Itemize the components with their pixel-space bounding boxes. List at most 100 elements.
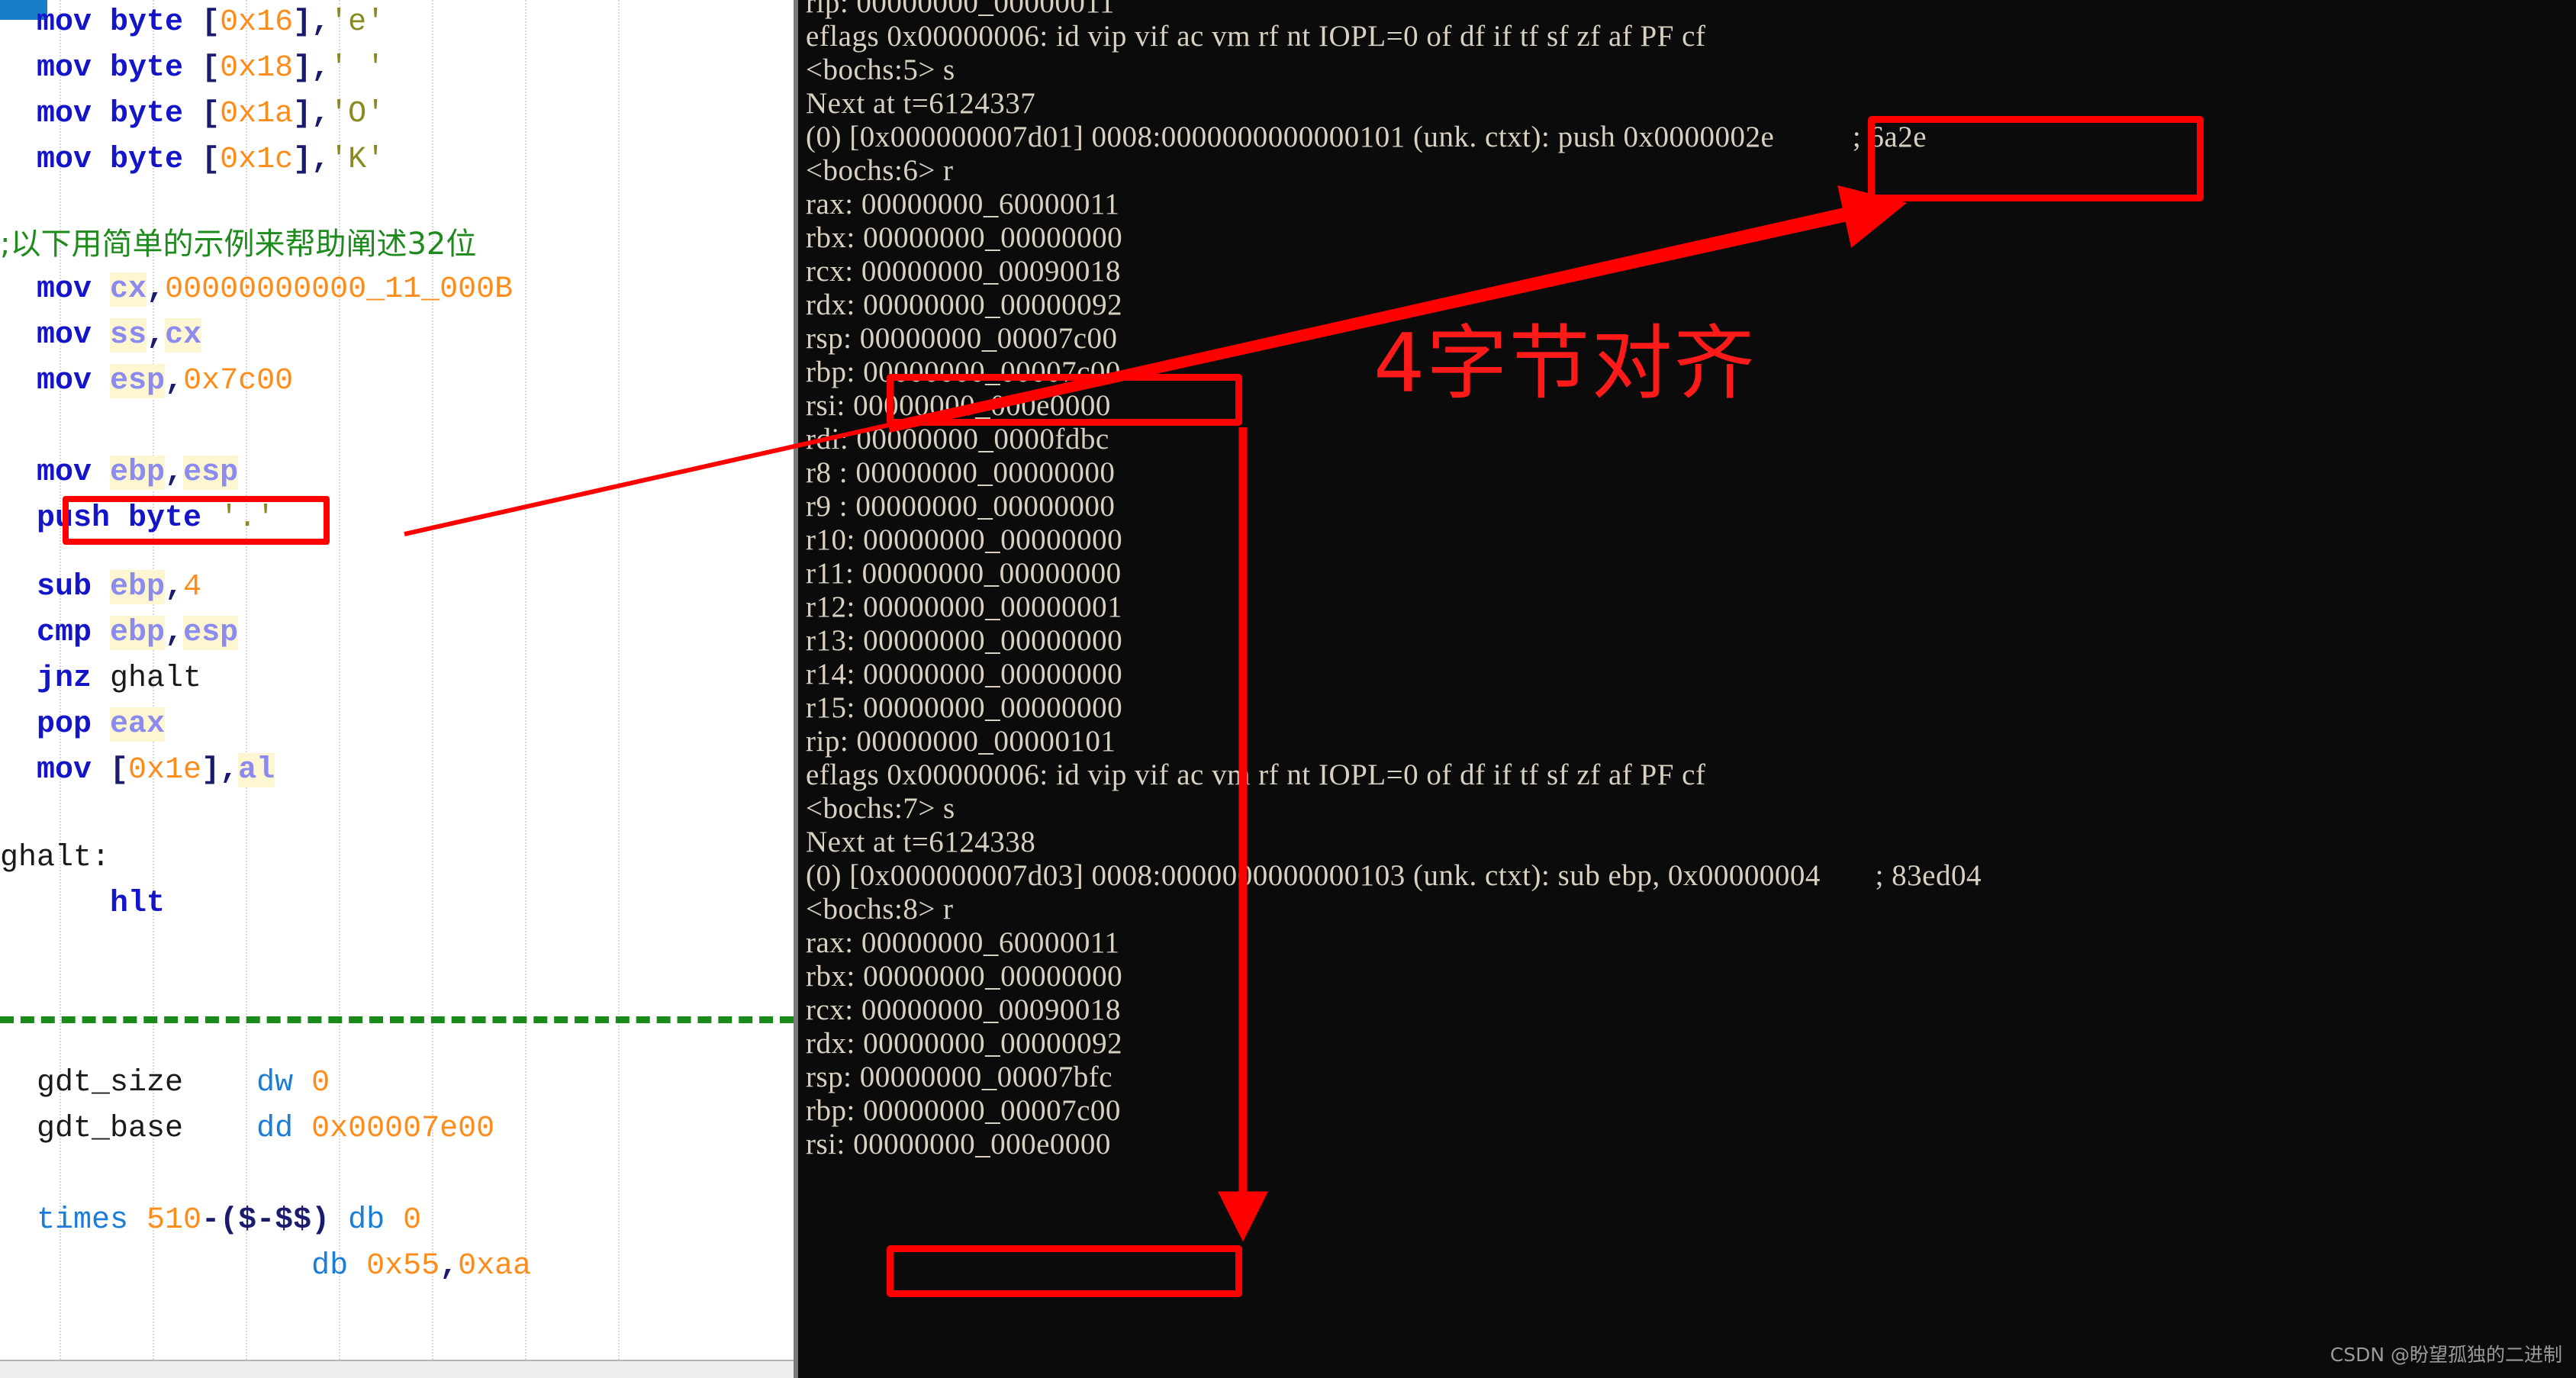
- terminal-line: <bochs:8> r: [806, 893, 954, 926]
- code-token: 'O': [330, 97, 385, 131]
- terminal-line: rbx: 00000000_00000000: [806, 960, 1123, 993]
- code-token: db: [330, 1203, 404, 1238]
- code-token: ebp: [110, 570, 166, 604]
- code-token: ]: [293, 5, 312, 40]
- code-token: 0x7c00: [183, 364, 294, 398]
- code-token: ,: [220, 753, 239, 787]
- code-token: ,: [311, 5, 330, 40]
- code-line[interactable]: mov [0x1e],al: [0, 748, 275, 794]
- terminal-line: r15: 00000000_00000000: [806, 691, 1123, 724]
- bochs-debugger-terminal[interactable]: rip: 00000000_00000011 eflags 0x00000006:…: [794, 0, 2576, 1378]
- code-line[interactable]: times 510-($-$$) db 0: [0, 1198, 421, 1244]
- indent-guide: [246, 0, 247, 1378]
- code-line[interactable]: mov byte [0x1a],'O': [0, 92, 385, 137]
- terminal-line: rbx: 00000000_00000000: [806, 221, 1123, 254]
- code-token: mov byte: [37, 97, 202, 131]
- terminal-line: rdx: 00000000_00000092: [806, 288, 1123, 321]
- code-token: esp: [183, 456, 239, 490]
- code-line[interactable]: mov ss,cx: [0, 313, 202, 359]
- terminal-line: r11: 00000000_00000000: [806, 557, 1122, 590]
- code-line[interactable]: mov byte [0x1c],'K': [0, 137, 385, 183]
- code-token: ebp: [110, 616, 166, 650]
- terminal-line: rsp: 00000000_00007c00: [806, 322, 1118, 355]
- indent-guide: [432, 0, 433, 1378]
- code-line[interactable]: mov ebp,esp: [0, 450, 239, 496]
- code-token: [: [201, 51, 221, 85]
- code-line[interactable]: jnz ghalt: [0, 656, 201, 702]
- code-token: mov: [37, 364, 111, 398]
- code-token: 0x55: [366, 1249, 440, 1283]
- code-token: mov: [37, 753, 111, 787]
- editor-status-bar: [0, 1360, 794, 1378]
- code-line[interactable]: mov esp,0x7c00: [0, 359, 293, 404]
- indent-guide: [525, 0, 526, 1378]
- indent-guide: [618, 0, 620, 1378]
- code-token: mov byte: [37, 143, 202, 177]
- code-line[interactable]: pop eax: [0, 702, 166, 748]
- code-token: 0x18: [220, 51, 294, 85]
- code-token: ,: [165, 364, 184, 398]
- code-token: 0x1a: [220, 97, 294, 131]
- code-line[interactable]: mov byte [0x16],'e': [0, 0, 385, 46]
- terminal-line: rsp: 00000000_00007bfc: [806, 1061, 1113, 1093]
- code-token: ,: [440, 1249, 459, 1283]
- terminal-line: <bochs:7> s: [806, 792, 955, 825]
- code-token: ]: [293, 97, 312, 131]
- code-line[interactable]: cmp ebp,esp: [0, 610, 239, 656]
- code-token: ,: [311, 143, 330, 177]
- terminal-line: rdx: 00000000_00000092: [806, 1027, 1123, 1060]
- code-token: 510: [147, 1203, 202, 1238]
- code-token: 0x00007e00: [311, 1112, 495, 1146]
- code-token: ghalt: [110, 662, 202, 696]
- code-line[interactable]: sub ebp,4: [0, 565, 201, 610]
- terminal-line: (0) [0x000000007d03] 0008:00000000000001…: [806, 859, 1982, 892]
- code-token: cx: [110, 272, 147, 307]
- code-line[interactable]: db 0x55,0xaa: [0, 1244, 531, 1289]
- indent-guide: [339, 0, 340, 1378]
- code-token: mov: [37, 272, 111, 307]
- terminal-line: eflags 0x00000006: id vip vif ac vm rf n…: [806, 20, 1706, 53]
- code-token: ebp: [110, 456, 166, 490]
- code-line[interactable]: ;以下用简单的示例来帮助阐述32位: [0, 221, 476, 270]
- code-line[interactable]: mov cx,00000000000_11_000B: [0, 267, 513, 313]
- code-token: 0x1e: [128, 753, 202, 787]
- code-line[interactable]: gdt_size dw 0: [0, 1061, 330, 1106]
- code-token: ,: [147, 318, 166, 353]
- code-token: gdt_size: [37, 1066, 184, 1100]
- assembly-source-editor[interactable]: mov byte [0x16],'e' mov byte [0x18],' ' …: [0, 0, 794, 1378]
- code-token: mov: [37, 456, 111, 490]
- code-token: 0x1c: [220, 143, 294, 177]
- code-line[interactable]: hlt: [0, 881, 165, 927]
- code-token: ,: [311, 97, 330, 131]
- code-token: [: [110, 753, 129, 787]
- code-token: mov byte: [37, 5, 202, 40]
- code-token: 'e': [330, 5, 385, 40]
- csdn-watermark: CSDN @盼望孤独的二进制: [2330, 1344, 2562, 1366]
- code-token: esp: [183, 616, 239, 650]
- push-byte-source-box: [63, 496, 330, 545]
- code-token: sub: [37, 570, 111, 604]
- code-line[interactable]: mov byte [0x18],' ': [0, 46, 385, 92]
- code-token: ghalt:: [0, 841, 111, 875]
- terminal-line: r14: 00000000_00000000: [806, 658, 1123, 691]
- terminal-line: eflags 0x00000006: id vip vif ac vm rf n…: [806, 758, 1706, 791]
- code-line[interactable]: ghalt:: [0, 835, 110, 881]
- code-token: cmp: [37, 616, 111, 650]
- code-token: al: [238, 753, 275, 787]
- code-token: ss: [110, 318, 147, 353]
- code-token: ,: [165, 616, 184, 650]
- code-token: ]: [293, 51, 312, 85]
- terminal-line: rcx: 00000000_00090018: [806, 255, 1121, 288]
- code-line[interactable]: gdt_base dd 0x00007e00: [0, 1106, 494, 1152]
